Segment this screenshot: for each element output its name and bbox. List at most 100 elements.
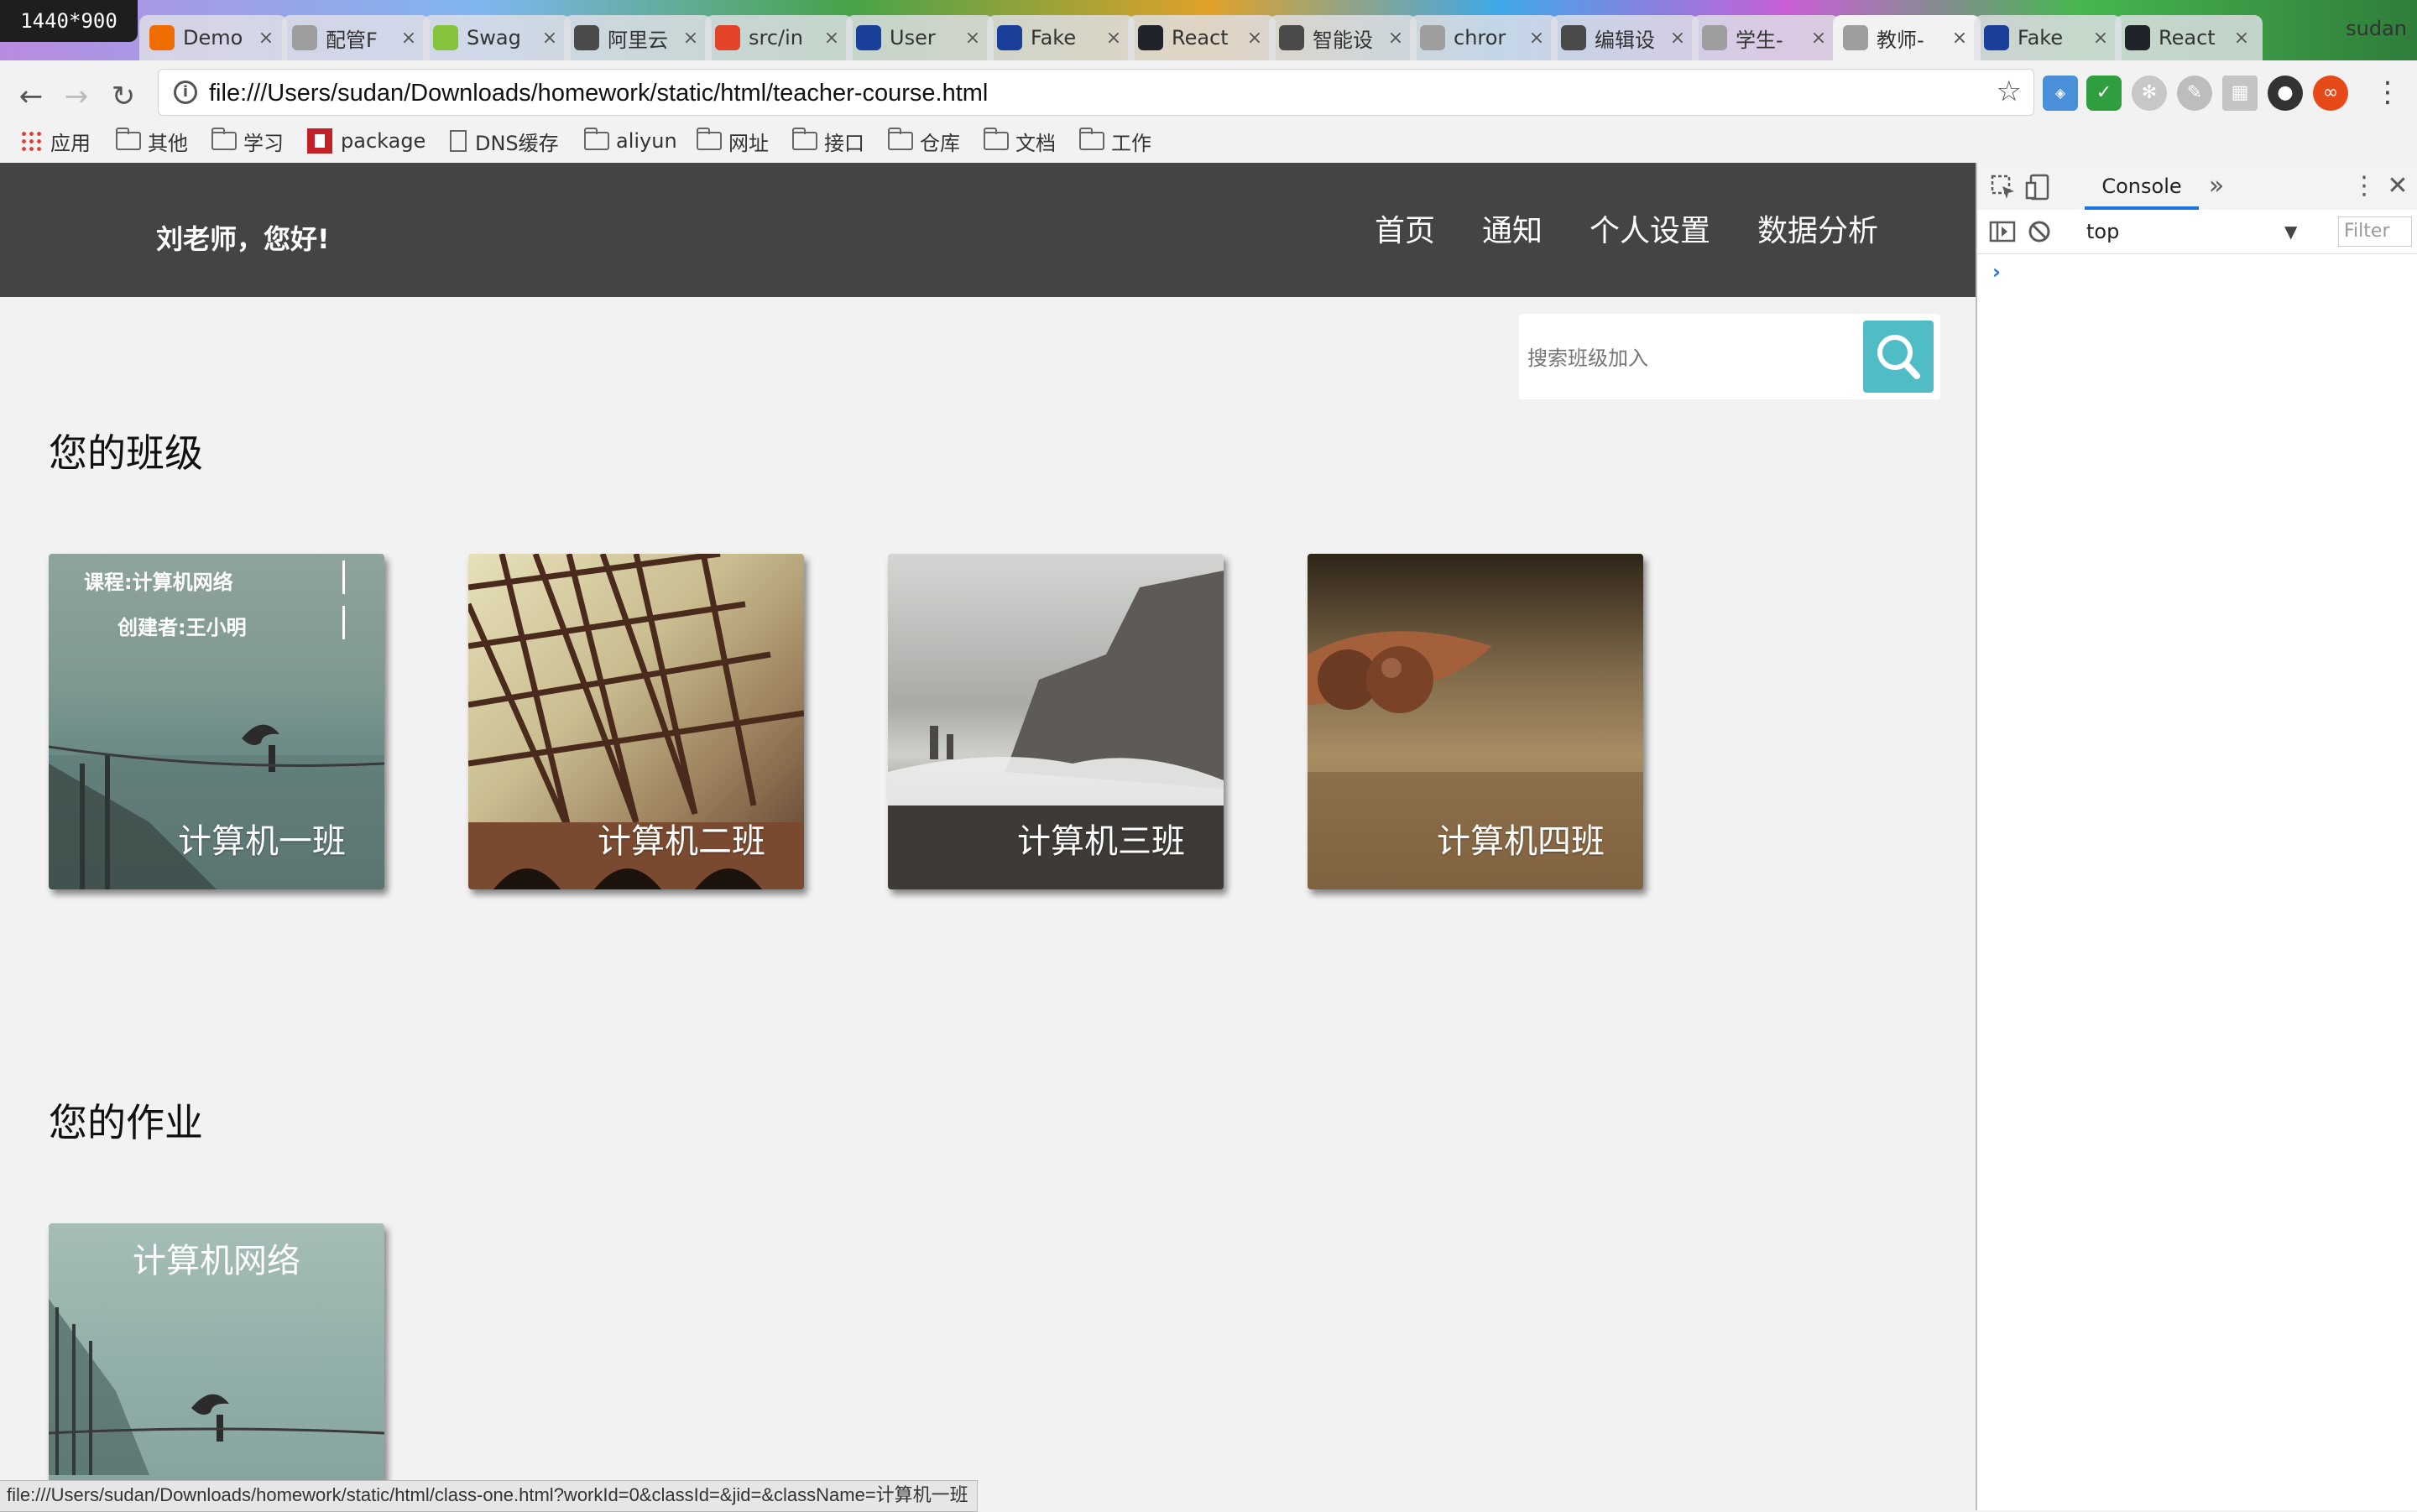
url-text[interactable]: file:///Users/sudan/Downloads/homework/s… [209,80,988,107]
close-tab-icon[interactable]: × [540,28,559,49]
close-tab-icon[interactable]: × [1386,28,1405,49]
info-icon[interactable]: i [174,81,197,104]
console-prompt[interactable]: › [1992,260,2001,284]
class-search-input[interactable] [1526,339,1865,378]
console-filter-input[interactable]: Filter [2338,216,2412,247]
folder-icon [1079,128,1104,150]
device-toolbar-icon[interactable] [2024,173,2053,201]
feather-extension-icon[interactable]: ✎ [2177,76,2212,111]
class-card-3[interactable]: 计算机三班 [888,554,1224,889]
bookmark-item[interactable]: 网址 [697,126,769,156]
close-tab-icon[interactable]: × [399,28,418,49]
grid-extension-icon[interactable]: ▦ [2222,76,2258,111]
homework-card-1[interactable]: 计算机网络 [49,1223,384,1510]
nav-analytics-link[interactable]: 数据分析 [1757,206,1878,250]
tab-console[interactable]: Console [2085,163,2199,210]
tab-title: 智能设 [1313,28,1373,52]
bookmark-item[interactable]: DNS缓存 [450,126,559,156]
close-tab-icon[interactable]: × [1668,28,1687,49]
bookmark-label: DNS缓存 [475,131,559,155]
browser-tab[interactable]: User × [846,15,994,60]
resolution-badge: 1440*900 [0,0,138,42]
dark-circle-extension-icon[interactable]: ● [2268,76,2303,111]
shield-extension-icon[interactable]: ✓ [2086,76,2122,111]
bookmark-item[interactable]: package [307,126,425,156]
class-card-2[interactable]: 计算机二班 [468,554,804,889]
browser-tab[interactable]: 配管F × [282,15,430,60]
inspect-element-icon[interactable] [1989,173,2018,201]
profile-name[interactable]: sudan [2346,17,2407,40]
infinity-extension-icon[interactable]: ∞ [2313,76,2348,111]
bookmark-item[interactable]: 文档 [984,126,1056,156]
close-tab-icon[interactable]: × [963,28,982,49]
close-tab-icon[interactable]: × [1245,28,1264,49]
bookmark-label: 学习 [243,131,284,155]
site-header: 刘老师，您好! 首页 通知 个人设置 数据分析 [0,163,1976,297]
bookmark-star-icon[interactable]: ☆ [1997,75,2022,108]
bookmark-item[interactable]: aliyun [584,126,677,156]
tab-title: 阿里云 [608,28,668,52]
close-tab-icon[interactable]: × [1104,28,1123,49]
back-arrow-icon[interactable]: ← [13,79,49,114]
close-tab-icon[interactable]: × [822,28,841,49]
tab-title: Demo [183,26,243,50]
gitlab-icon [715,25,740,50]
class-card-4[interactable]: 计算机四班 [1308,554,1643,889]
close-tab-icon[interactable]: × [681,28,700,49]
nav-home-link[interactable]: 首页 [1375,206,1435,250]
reload-icon[interactable]: ↻ [106,79,141,114]
class-card-1[interactable]: 课程:计算机网络 创建者:王小明 计算机一班 [49,554,384,889]
nav-notifications-link[interactable]: 通知 [1482,206,1543,250]
react-devtools-extension-icon[interactable]: ✻ [2132,76,2167,111]
tab-title: 教师- [1877,28,1924,52]
close-tab-icon[interactable]: × [2091,28,2110,49]
close-tab-icon[interactable]: × [2232,28,2251,49]
browser-tab[interactable]: 学生- × [1692,15,1840,60]
folder-icon [888,128,913,150]
forward-arrow-icon[interactable]: → [59,79,94,114]
browser-tab[interactable]: React × [1128,15,1276,60]
bookmark-label: 网址 [728,131,769,155]
search-button[interactable] [1863,321,1934,393]
swagger-icon [433,25,458,50]
close-tab-icon[interactable]: × [257,28,275,49]
clear-console-icon[interactable] [2024,216,2054,247]
bookmark-item[interactable]: 学习 [211,126,284,156]
browser-tab[interactable]: React × [2115,15,2263,60]
aliyun-icon [1279,25,1304,50]
more-tabs-icon[interactable]: » [2202,171,2231,201]
close-tab-icon[interactable]: × [1527,28,1546,49]
context-selector[interactable]: top ▼ [2086,218,2372,245]
browser-tab[interactable]: 教师- × [1833,15,1981,60]
close-tab-icon[interactable]: × [1809,28,1828,49]
browser-tab[interactable]: src/in × [705,15,853,60]
close-tab-icon[interactable]: × [1950,28,1969,49]
browser-tab[interactable]: 编辑设 × [1551,15,1699,60]
browser-tab[interactable]: Swag × [423,15,571,60]
n-logo-icon [997,25,1022,50]
chevron-down-icon: ▼ [2284,222,2298,242]
show-sidebar-icon[interactable] [1987,216,2018,247]
bookmark-item[interactable]: 其他 [116,126,188,156]
browser-tab[interactable]: 阿里云 × [564,15,712,60]
bookmark-item[interactable]: 接口 [792,126,864,156]
tab-title: Fake [1031,26,1077,50]
browser-tab[interactable]: 智能设 × [1269,15,1417,60]
address-bar[interactable]: i file:///Users/sudan/Downloads/homework… [158,69,2034,116]
devtools-menu-icon[interactable]: ⋮ [2352,171,2377,201]
folder-icon [211,128,237,150]
browser-tab[interactable]: Fake × [987,15,1135,60]
folder-icon [984,128,1009,150]
proxy-off-extension-icon[interactable]: ◈ [2043,76,2078,111]
browser-tab[interactable]: chror × [1410,15,1558,60]
browser-tab[interactable]: Fake × [1974,15,2122,60]
nav-settings-link[interactable]: 个人设置 [1590,206,1710,250]
bookmark-item[interactable]: 工作 [1079,126,1151,156]
browser-menu-icon[interactable]: ⋮ [2373,76,2402,111]
browser-tab[interactable]: Demo × [139,15,287,60]
n-logo-icon [856,25,881,50]
close-devtools-icon[interactable]: ✕ [2385,171,2410,201]
greeting-text: 刘老师，您好! [156,223,330,255]
bookmark-item[interactable]: 应用 [20,126,91,156]
bookmark-item[interactable]: 仓库 [888,126,960,156]
